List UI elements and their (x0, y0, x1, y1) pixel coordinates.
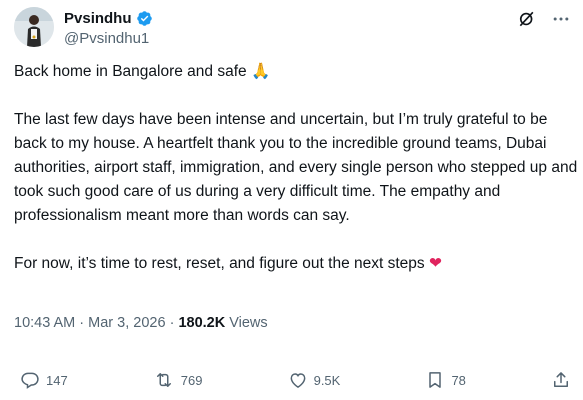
top-actions (517, 9, 571, 34)
views-count[interactable]: 180.2K (178, 315, 225, 331)
views-label: Views (225, 315, 268, 331)
reply-icon (21, 372, 39, 389)
display-name[interactable]: Pvsindhu (64, 10, 132, 27)
tweet-header: Pvsindhu @Pvsindhu1 (14, 7, 571, 51)
bookmark-icon (429, 372, 442, 388)
handle[interactable]: @Pvsindhu1 (64, 30, 153, 47)
reply-button[interactable]: 147 (20, 370, 68, 390)
share-button[interactable] (551, 370, 571, 390)
bookmark-count: 78 (451, 372, 466, 388)
bookmark-button[interactable]: 78 (425, 370, 466, 390)
meta-separator-2: · (165, 315, 179, 331)
tweet-line-1-text: Back home in Bangalore and safe (14, 63, 247, 80)
reply-count: 147 (46, 372, 68, 388)
action-bar: 147 769 9.5K 78 (20, 366, 571, 394)
verified-badge-icon (136, 10, 153, 27)
folded-hands-emoji: 🙏 (250, 63, 271, 80)
tweet-line-1: Back home in Bangalore and safe 🙏 (14, 60, 579, 84)
tweet-paragraph-3-text: For now, it’s time to rest, reset, and f… (14, 255, 425, 272)
tweet-paragraph-3: For now, it’s time to rest, reset, and f… (14, 252, 579, 276)
share-icon (554, 372, 568, 387)
tweet-time[interactable]: 10:43 AM (14, 315, 75, 331)
repost-count: 769 (180, 372, 203, 388)
tweet-text: Back home in Bangalore and safe 🙏 The la… (14, 60, 579, 276)
author-names: Pvsindhu @Pvsindhu1 (64, 8, 153, 47)
like-icon (290, 373, 306, 388)
grok-icon[interactable] (517, 9, 537, 34)
repost-icon (156, 373, 171, 387)
like-button[interactable]: 9.5K (288, 370, 341, 390)
tweet-date[interactable]: Mar 3, 2026 (88, 315, 165, 331)
tweet-meta: 10:43 AM · Mar 3, 2026 · 180.2K Views (14, 315, 268, 331)
repost-button[interactable]: 769 (153, 370, 203, 390)
like-count: 9.5K (313, 372, 341, 388)
tweet-paragraph-2: The last few days have been intense and … (14, 111, 578, 224)
avatar[interactable] (14, 7, 54, 47)
heart-emoji: ❤ (428, 255, 442, 272)
more-icon[interactable] (551, 9, 571, 34)
meta-separator: · (75, 315, 89, 331)
